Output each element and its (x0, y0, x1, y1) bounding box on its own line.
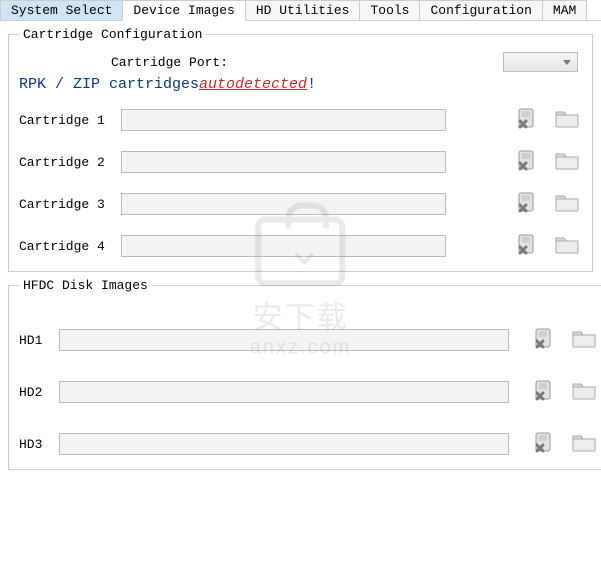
cartridge-port-select[interactable] (503, 52, 578, 72)
cartridge-row-3: Cartridge 3 (19, 191, 582, 217)
hd3-browse-button[interactable] (569, 431, 599, 457)
cartridge-legend: Cartridge Configuration (19, 27, 206, 42)
cartridge-1-browse-button[interactable] (552, 107, 582, 133)
notice-suffix: ! (307, 76, 316, 93)
hd3-label: HD3 (19, 437, 49, 452)
cartridge-3-browse-button[interactable] (552, 191, 582, 217)
cartridge-3-label: Cartridge 3 (19, 197, 111, 212)
cartridge-4-clear-button[interactable] (512, 233, 542, 259)
cartridge-4-input[interactable] (121, 235, 446, 257)
hd2-label: HD2 (19, 385, 49, 400)
hd3-input[interactable] (59, 433, 509, 455)
eject-icon (533, 431, 555, 457)
hd1-row: HD1 (19, 327, 599, 353)
tab-device-images[interactable]: Device Images (122, 0, 245, 21)
cartridge-4-browse-button[interactable] (552, 233, 582, 259)
hd1-input[interactable] (59, 329, 509, 351)
folder-icon (555, 192, 579, 216)
tab-configuration[interactable]: Configuration (419, 0, 542, 20)
hfdc-rows: HD1 HD2 (19, 301, 599, 457)
folder-icon (555, 108, 579, 132)
hd2-browse-button[interactable] (569, 379, 599, 405)
tab-mam[interactable]: MAM (542, 0, 587, 20)
folder-icon (572, 328, 596, 352)
tab-hd-utilities[interactable]: HD Utilities (245, 0, 361, 20)
autodetect-notice: RPK / ZIP cartridgesautodetected! (19, 76, 582, 93)
cartridge-port-label: Cartridge Port: (111, 55, 228, 70)
hfdc-legend: HFDC Disk Images (19, 278, 152, 293)
hd3-row: HD3 (19, 431, 599, 457)
cartridge-3-clear-button[interactable] (512, 191, 542, 217)
cartridge-row-1: Cartridge 1 (19, 107, 582, 133)
hd2-input[interactable] (59, 381, 509, 403)
cartridge-1-clear-button[interactable] (512, 107, 542, 133)
eject-icon (533, 327, 555, 353)
folder-icon (572, 432, 596, 456)
cartridge-port-row: Cartridge Port: (19, 52, 582, 72)
cartridge-4-label: Cartridge 4 (19, 239, 111, 254)
cartridge-1-input[interactable] (121, 109, 446, 131)
eject-icon (533, 379, 555, 405)
cartridge-2-input[interactable] (121, 151, 446, 173)
notice-prefix: RPK / ZIP cartridges (19, 76, 199, 93)
cartridge-2-browse-button[interactable] (552, 149, 582, 175)
cartridge-configuration-group: Cartridge Configuration Cartridge Port: … (8, 27, 593, 272)
hd1-label: HD1 (19, 333, 49, 348)
cartridge-2-label: Cartridge 2 (19, 155, 111, 170)
eject-icon (516, 149, 538, 175)
cartridge-3-input[interactable] (121, 193, 446, 215)
folder-icon (572, 380, 596, 404)
tab-tools[interactable]: Tools (359, 0, 420, 20)
cartridge-row-4: Cartridge 4 (19, 233, 582, 259)
eject-icon (516, 233, 538, 259)
cartridge-row-2: Cartridge 2 (19, 149, 582, 175)
hd3-clear-button[interactable] (529, 431, 559, 457)
cartridge-1-label: Cartridge 1 (19, 113, 111, 128)
tab-bar: System Select Device Images HD Utilities… (0, 0, 601, 21)
cartridge-2-clear-button[interactable] (512, 149, 542, 175)
eject-icon (516, 107, 538, 133)
hd1-clear-button[interactable] (529, 327, 559, 353)
notice-detected: autodetected (199, 76, 307, 93)
cartridge-rows: Cartridge 1 Cartridge 2 (19, 107, 582, 259)
hd2-row: HD2 (19, 379, 599, 405)
folder-icon (555, 234, 579, 258)
tab-system-select[interactable]: System Select (0, 0, 123, 20)
hfdc-disk-images-group: HFDC Disk Images HD1 HD2 (8, 278, 601, 470)
folder-icon (555, 150, 579, 174)
eject-icon (516, 191, 538, 217)
tab-content: Cartridge Configuration Cartridge Port: … (0, 21, 601, 482)
hd2-clear-button[interactable] (529, 379, 559, 405)
hd1-browse-button[interactable] (569, 327, 599, 353)
